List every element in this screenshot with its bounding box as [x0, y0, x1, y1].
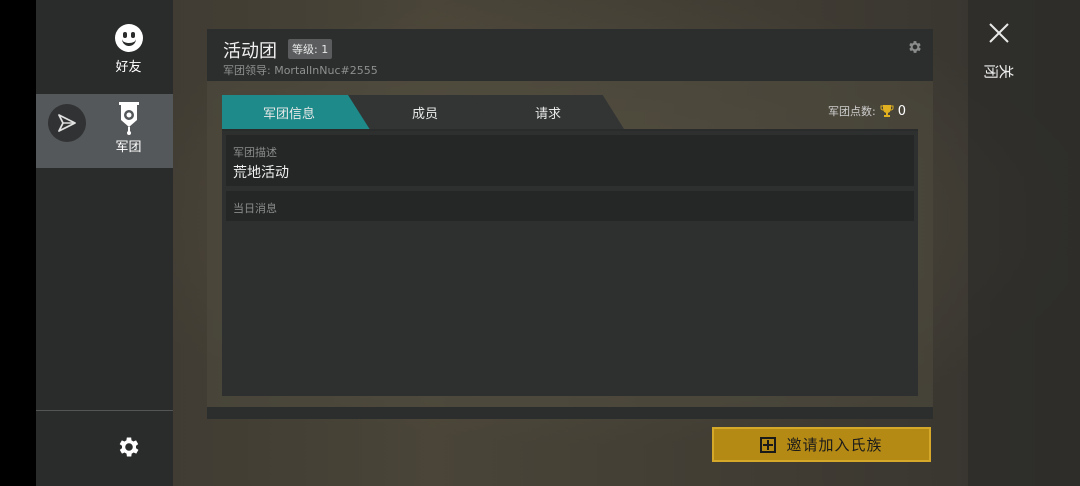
- clan-name: 活动团: [223, 41, 277, 62]
- level-badge: 等级: 1: [288, 39, 333, 59]
- sidebar: 好友 军团: [36, 0, 173, 486]
- points-value: 0: [897, 103, 906, 119]
- trophy-icon: [880, 105, 894, 117]
- close-icon[interactable]: [986, 20, 1012, 46]
- sidebar-item-friends[interactable]: 好友: [36, 18, 173, 84]
- clan-panel-footer: [207, 407, 933, 419]
- close-label[interactable]: 关闭: [984, 62, 1014, 80]
- clan-points: 军团点数: 0: [828, 103, 906, 119]
- points-label: 军团点数:: [828, 105, 876, 118]
- left-edge: [0, 0, 36, 486]
- clan-description-field[interactable]: 军团描述 荒地活动: [226, 135, 914, 186]
- clan-banner-icon: [118, 102, 139, 135]
- sidebar-divider: [36, 410, 173, 411]
- motd-field[interactable]: 当日消息: [226, 191, 914, 221]
- tab-requests[interactable]: 请求: [472, 95, 624, 129]
- tab-label: 成员: [411, 106, 438, 122]
- clan-settings-gear-icon[interactable]: [907, 39, 923, 55]
- description-value: 荒地活动: [233, 165, 289, 181]
- smiley-face-icon: [114, 24, 143, 52]
- description-label: 军团描述: [233, 146, 277, 159]
- invite-button-label: 邀请加入氏族: [786, 436, 883, 454]
- sidebar-item-label: 好友: [115, 60, 142, 75]
- gear-icon[interactable]: [116, 434, 142, 460]
- plus-box-icon: [760, 436, 777, 453]
- invite-to-clan-button[interactable]: 邀请加入氏族: [712, 427, 931, 462]
- sidebar-item-clan[interactable]: 军团: [36, 94, 173, 168]
- sidebar-item-label: 军团: [115, 140, 142, 155]
- send-icon[interactable]: [48, 104, 86, 142]
- tab-label: 军团信息: [262, 106, 315, 122]
- clan-leader: 军团领导: MortalInNuc#2555: [223, 64, 378, 77]
- tab-label: 请求: [534, 106, 561, 122]
- motd-label: 当日消息: [233, 202, 277, 215]
- clan-header: 活动团 等级: 1 军团领导: MortalInNuc#2555: [207, 29, 933, 81]
